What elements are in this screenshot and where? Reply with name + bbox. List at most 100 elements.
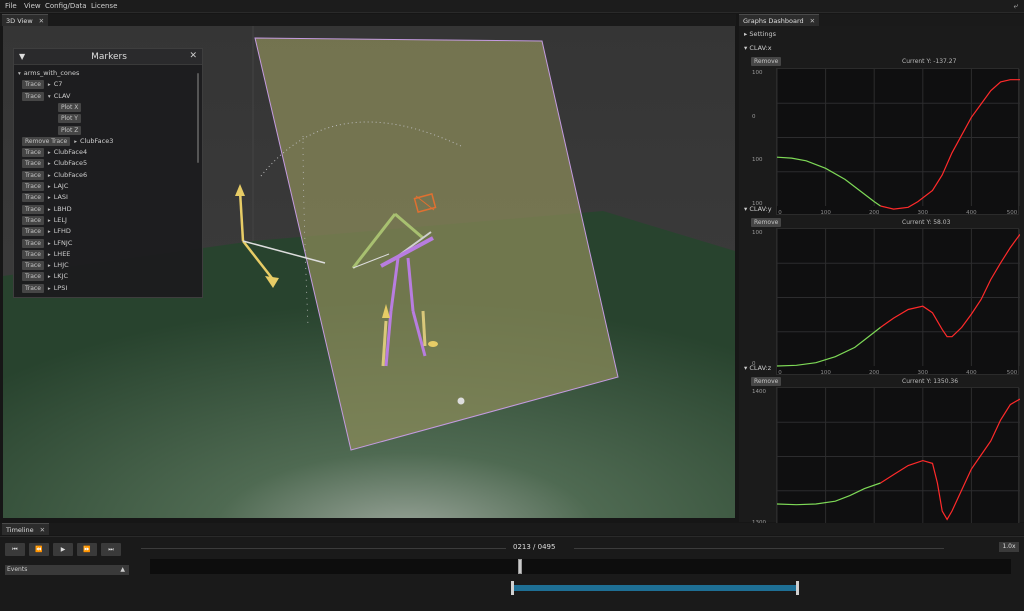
remove-trace-button[interactable]: Remove Trace [22, 136, 71, 146]
collapsed-icon[interactable]: ▸ [48, 252, 51, 258]
remove-graph-button[interactable]: Remove [751, 377, 782, 386]
remove-graph-button[interactable]: Remove [751, 218, 782, 227]
skip-end-button[interactable]: ⏭ [101, 543, 121, 556]
collapsed-icon[interactable]: ▸ [48, 229, 51, 235]
menu-file[interactable]: File [5, 2, 17, 10]
collapsed-icon[interactable]: ▸ [48, 286, 51, 292]
marker-row[interactable]: Trace ▸ ClubFace6 [22, 170, 87, 181]
plot-button[interactable]: Plot X [58, 102, 82, 112]
marker-row[interactable]: Trace ▸ LELJ [22, 215, 67, 226]
collapsed-icon[interactable]: ▸ [48, 195, 51, 201]
expand-icon[interactable]: ▾ [48, 94, 51, 100]
marker-row[interactable]: Trace ▸ ClubFace4 [22, 148, 87, 158]
collapsed-icon[interactable]: ▸ [48, 218, 51, 224]
trace-button[interactable]: Trace [22, 238, 44, 248]
graphs-tabbar: Graphs Dashboard ✕ [739, 14, 1024, 26]
trace-button[interactable]: Trace [22, 204, 44, 214]
trace-button[interactable]: Trace [22, 193, 44, 203]
step-back-button[interactable]: ⏪ [29, 543, 49, 556]
marker-label: LFHD [53, 227, 71, 236]
trace-button[interactable]: Trace [22, 159, 44, 169]
skip-start-button[interactable]: ⏮ [5, 543, 25, 556]
remove-graph-button[interactable]: Remove [751, 57, 782, 66]
close-icon[interactable]: ✕ [40, 526, 45, 534]
markers-panel-header[interactable]: ▼ Markers ✕ [14, 49, 202, 65]
trace-button[interactable]: Trace [22, 283, 44, 293]
tab-timeline[interactable]: Timeline ✕ [2, 523, 50, 535]
plot-button[interactable]: Plot Y [58, 114, 81, 124]
settings-label: Settings [749, 30, 777, 38]
graph-header[interactable]: ▾ CLAV:z [744, 364, 771, 372]
trace-button[interactable]: Trace [22, 170, 44, 180]
marker-row[interactable]: Trace ▸ LAJC [22, 182, 68, 192]
events-dropdown[interactable]: Events ▲ [5, 565, 129, 575]
window-corner-icon[interactable]: ⤶ [1014, 1, 1018, 11]
timeline-track[interactable] [150, 559, 1011, 574]
marker-row[interactable]: Trace ▸ C7 [22, 80, 62, 90]
marker-row[interactable]: Remove Trace ▸ ClubFace3 [22, 136, 113, 147]
graph-plot[interactable]: 0100200300400500 [776, 228, 1021, 376]
collapsed-icon[interactable]: ▸ [48, 241, 51, 247]
trace-button[interactable]: Trace [22, 272, 44, 282]
trace-button[interactable]: Trace [22, 91, 44, 101]
trace-button[interactable]: Trace [22, 261, 44, 271]
trace-button[interactable]: Trace [22, 148, 44, 158]
graph-header[interactable]: ▾ CLAV:y [744, 205, 772, 213]
collapsed-icon[interactable]: ▸ [48, 173, 51, 179]
close-icon[interactable]: ✕ [810, 17, 815, 25]
collapsed-icon[interactable]: ▸ [48, 207, 51, 213]
viewport-3d[interactable]: ▼ Markers ✕ ▾ arms_with_cones Trace ▸ C7 Trac… [3, 26, 735, 518]
playhead-handle[interactable] [518, 559, 522, 574]
play-button[interactable]: ▶ [53, 543, 73, 556]
collapsed-icon[interactable]: ▸ [48, 150, 51, 156]
trace-button[interactable]: Trace [22, 215, 44, 225]
tab-3d-view[interactable]: 3D View ✕ [2, 14, 49, 26]
close-icon[interactable]: ✕ [189, 51, 197, 61]
collapsed-icon[interactable]: ▸ [48, 184, 51, 190]
marker-row[interactable]: Trace ▸ ClubFace5 [22, 159, 87, 169]
close-icon[interactable]: ✕ [39, 17, 44, 25]
plot-row[interactable]: Plot Z [58, 125, 82, 136]
settings-header[interactable]: ▸ Settings [744, 30, 1024, 38]
tab-timeline-label: Timeline [6, 526, 34, 534]
marker-row[interactable]: Trace ▸ LFHD [22, 227, 71, 237]
graph-header[interactable]: ▾ CLAV:x [744, 44, 772, 52]
range-slider[interactable] [511, 581, 799, 595]
plot-button[interactable]: Plot Z [58, 125, 82, 135]
menu-config-data[interactable]: Config/Data [45, 2, 87, 10]
speed-button[interactable]: 1.0x [999, 542, 1019, 552]
marker-row[interactable]: Trace ▸ LBHD [22, 204, 72, 215]
marker-row[interactable]: Trace ▸ LASI [22, 193, 68, 203]
tab-graphs-dashboard[interactable]: Graphs Dashboard ✕ [739, 14, 820, 26]
collapsed-icon[interactable]: ▸ [74, 139, 77, 145]
marker-row[interactable]: Trace ▸ LFNJC [22, 238, 72, 249]
trace-button[interactable]: Trace [22, 182, 44, 191]
trace-button[interactable]: Trace [22, 249, 44, 259]
marker-label: LASI [53, 193, 68, 202]
step-forward-button[interactable]: ⏩ [77, 543, 97, 556]
trace-button[interactable]: Trace [22, 227, 44, 237]
tree-root[interactable]: ▾ arms_with_cones [18, 69, 79, 79]
range-start-handle[interactable] [511, 581, 514, 595]
graph-plot[interactable]: 0100200300400500 [776, 387, 1021, 535]
menu-license[interactable]: License [91, 2, 117, 10]
marker-tree[interactable]: ▾ arms_with_cones Trace ▸ C7 Trace ▾ CLAV Plot X… [18, 69, 200, 297]
range-end-handle[interactable] [796, 581, 799, 595]
marker-row[interactable]: Trace ▸ LPSI [22, 283, 67, 294]
markers-panel[interactable]: ▼ Markers ✕ ▾ arms_with_cones Trace ▸ C7 Trac… [13, 48, 203, 298]
collapsed-icon[interactable]: ▸ [48, 274, 51, 280]
collapsed-icon[interactable]: ▸ [48, 263, 51, 269]
collapsed-icon[interactable]: ▸ [48, 82, 51, 88]
marker-row[interactable]: Trace ▸ LKJC [22, 272, 68, 282]
expand-icon[interactable]: ▾ [18, 71, 21, 77]
scrollbar[interactable] [197, 73, 199, 163]
graph-plot[interactable]: 0100200300400500 [776, 68, 1021, 216]
plot-row[interactable]: Plot X [58, 102, 82, 113]
plot-row[interactable]: Plot Y [58, 114, 81, 124]
marker-row[interactable]: Trace ▾ CLAV [22, 91, 70, 102]
collapsed-icon[interactable]: ▸ [48, 161, 51, 167]
marker-row[interactable]: Trace ▸ LHJC [22, 261, 69, 271]
menu-view[interactable]: View [24, 2, 41, 10]
trace-button[interactable]: Trace [22, 80, 44, 90]
marker-row[interactable]: Trace ▸ LHEE [22, 249, 70, 260]
